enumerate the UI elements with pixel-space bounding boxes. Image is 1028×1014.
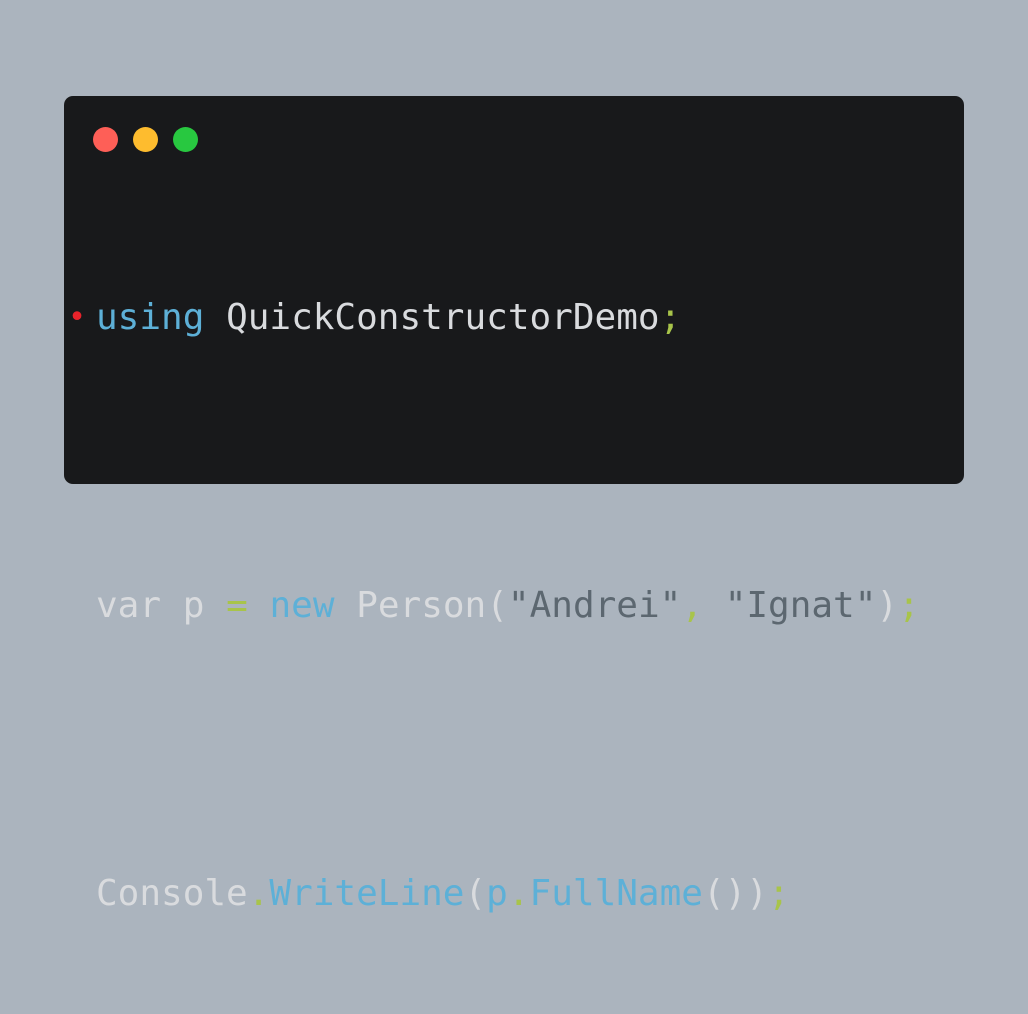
code-line-1: • using QuickConstructorDemo; [68, 294, 920, 342]
keyword-new: new [269, 585, 335, 626]
semicolon: ; [767, 873, 790, 914]
keyword-using: using [96, 297, 205, 338]
open-paren: ( [464, 873, 487, 914]
minimize-dot-icon[interactable] [133, 127, 158, 152]
namespace-name: QuickConstructorDemo [226, 297, 660, 338]
code-window: • using QuickConstructorDemo; var p = new… [64, 96, 964, 914]
assign-operator: = [226, 585, 248, 626]
string-last-name: "Ignat" [724, 585, 877, 626]
close-dot-icon[interactable] [93, 127, 118, 152]
semicolon: ; [898, 585, 920, 626]
open-paren: ( [486, 585, 508, 626]
class-console: Console [96, 873, 248, 914]
variable-p: p [486, 873, 508, 914]
string-first-name: "Andrei" [507, 585, 682, 626]
semicolon: ; [659, 297, 682, 338]
call-parens: ()) [702, 873, 768, 914]
method-fullname: FullName [529, 873, 703, 914]
close-paren: ) [876, 585, 899, 626]
method-writeline: WriteLine [269, 873, 465, 914]
member-dot: . [247, 873, 270, 914]
code-block: • using QuickConstructorDemo; var p = new… [68, 198, 920, 1014]
type-person: Person [356, 585, 487, 626]
breakpoint-marker-icon: • [68, 300, 87, 335]
zoom-dot-icon[interactable] [173, 127, 198, 152]
comma: , [681, 585, 703, 626]
code-line-2: var p = new Person("Andrei", "Ignat"); [96, 582, 920, 630]
keyword-var: var [96, 585, 162, 626]
code-line-3: Console.WriteLine(p.FullName()); [96, 870, 920, 918]
variable-p: p [182, 585, 205, 626]
member-dot: . [507, 873, 530, 914]
